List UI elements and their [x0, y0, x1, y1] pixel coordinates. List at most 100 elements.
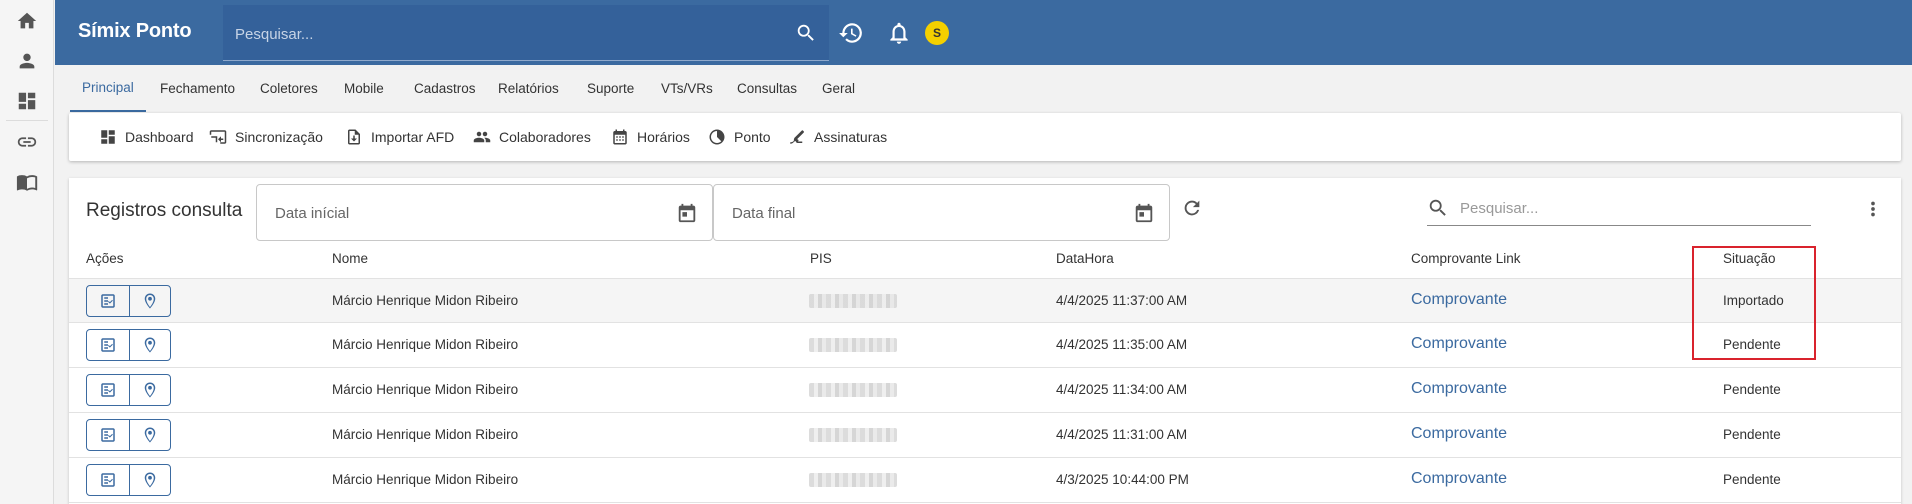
date-end-label: Data final	[732, 205, 796, 222]
tab-mobile[interactable]: Mobile	[332, 65, 396, 112]
checklist-icon[interactable]	[87, 465, 129, 495]
link-icon[interactable]	[0, 122, 54, 162]
pis-redacted	[809, 338, 897, 352]
app-title: Símix Ponto	[78, 20, 192, 42]
subbar-label: Importar AFD	[371, 129, 455, 145]
table-row[interactable]: Márcio Henrique Midon Ribeiro 4/4/2025 1…	[69, 368, 1901, 413]
pis-redacted	[809, 294, 897, 308]
cell-datahora: 4/4/2025 11:34:00 AM	[1056, 382, 1188, 397]
tab-vts-vrs[interactable]: VTs/VRs	[649, 65, 725, 112]
column-header-acoes[interactable]: Ações	[86, 251, 124, 266]
subbar-label: Colaboradores	[499, 129, 591, 145]
table-search[interactable]	[1427, 190, 1811, 226]
checklist-icon[interactable]	[87, 286, 129, 316]
comprovante-link[interactable]: Comprovante	[1411, 470, 1507, 488]
column-header-nome[interactable]: Nome	[332, 251, 368, 266]
global-search[interactable]	[223, 5, 829, 61]
people-icon	[473, 131, 491, 143]
pis-redacted	[809, 473, 897, 487]
tab-fechamento[interactable]: Fechamento	[148, 65, 247, 112]
comprovante-link[interactable]: Comprovante	[1411, 425, 1507, 443]
cell-nome: Márcio Henrique Midon Ribeiro	[332, 427, 519, 442]
location-pin-icon[interactable]	[128, 420, 171, 450]
cell-situacao: Pendente	[1723, 472, 1781, 487]
history-icon[interactable]	[838, 20, 864, 46]
book-icon[interactable]	[0, 162, 54, 202]
more-vert-icon[interactable]	[1862, 198, 1884, 220]
date-end-field[interactable]: Data final	[713, 184, 1170, 241]
table-row[interactable]: Márcio Henrique Midon Ribeiro 4/3/2025 1…	[69, 458, 1901, 503]
location-pin-icon[interactable]	[128, 330, 171, 360]
clock-half-icon	[709, 129, 725, 145]
cell-datahora: 4/4/2025 11:37:00 AM	[1056, 293, 1188, 308]
comprovante-link[interactable]: Comprovante	[1411, 291, 1507, 309]
cell-situacao: Importado	[1723, 293, 1784, 308]
subbar-item-assinaturas[interactable]: Assinaturas	[788, 127, 887, 147]
left-rail	[0, 0, 54, 504]
column-header-comprovante[interactable]: Comprovante Link	[1411, 251, 1521, 266]
tab-relatorios[interactable]: Relatórios	[486, 65, 571, 112]
cell-datahora: 4/4/2025 11:31:00 AM	[1056, 427, 1188, 442]
tab-cadastros[interactable]: Cadastros	[402, 65, 488, 112]
cell-situacao: Pendente	[1723, 337, 1781, 352]
checklist-icon[interactable]	[87, 420, 129, 450]
cell-nome: Márcio Henrique Midon Ribeiro	[332, 382, 519, 397]
bell-icon[interactable]	[886, 20, 912, 46]
refresh-icon[interactable]	[1181, 197, 1203, 219]
table-row[interactable]: Márcio Henrique Midon Ribeiro 4/4/2025 1…	[69, 323, 1901, 368]
subbar-item-sincronizacao[interactable]: Sincronização	[209, 127, 323, 147]
subbar-label: Ponto	[734, 129, 771, 145]
table-search-input[interactable]	[1460, 197, 1800, 219]
dashboard-icon[interactable]	[0, 81, 54, 121]
row-actions	[86, 464, 171, 496]
tab-geral[interactable]: Geral	[810, 65, 867, 112]
cell-nome: Márcio Henrique Midon Ribeiro	[332, 293, 519, 308]
subbar-item-horarios[interactable]: Horários	[611, 127, 690, 147]
column-header-datahora[interactable]: DataHora	[1056, 251, 1114, 266]
app-header: Símix Ponto S	[55, 0, 1912, 65]
location-pin-icon[interactable]	[128, 465, 171, 495]
cell-nome: Márcio Henrique Midon Ribeiro	[332, 337, 519, 352]
subbar-item-colaboradores[interactable]: Colaboradores	[473, 127, 591, 147]
home-icon[interactable]	[0, 1, 54, 41]
tab-consultas[interactable]: Consultas	[725, 65, 809, 112]
dashboard-icon	[101, 130, 115, 144]
comprovante-link[interactable]: Comprovante	[1411, 380, 1507, 398]
table-row[interactable]: Márcio Henrique Midon Ribeiro 4/4/2025 1…	[69, 413, 1901, 458]
row-actions	[86, 374, 171, 406]
row-actions	[86, 285, 171, 317]
row-actions	[86, 419, 171, 451]
date-start-field[interactable]: Data inícial	[256, 184, 713, 241]
subbar-item-importar-afd[interactable]: Importar AFD	[345, 127, 454, 147]
sub-toolbar: Dashboard Sincronização Importar AFD Col…	[69, 113, 1901, 161]
records-card: Registros consulta Data inícial Data fin…	[69, 178, 1901, 504]
cell-situacao: Pendente	[1723, 382, 1781, 397]
column-header-situacao[interactable]: Situação	[1723, 251, 1776, 266]
checklist-icon[interactable]	[87, 375, 129, 405]
tab-coletores[interactable]: Coletores	[248, 65, 330, 112]
column-header-pis[interactable]: PIS	[810, 251, 832, 266]
pis-redacted	[809, 383, 897, 397]
checklist-icon[interactable]	[87, 330, 129, 360]
cell-nome: Márcio Henrique Midon Ribeiro	[332, 472, 519, 487]
subbar-item-ponto[interactable]: Ponto	[708, 127, 771, 147]
tab-suporte[interactable]: Suporte	[575, 65, 646, 112]
global-search-input[interactable]	[235, 23, 755, 45]
calendar-icon[interactable]	[1133, 202, 1155, 224]
person-icon[interactable]	[0, 41, 54, 81]
table-row[interactable]: Márcio Henrique Midon Ribeiro 4/4/2025 1…	[69, 278, 1901, 323]
subbar-item-dashboard[interactable]: Dashboard	[99, 127, 194, 147]
search-icon	[1429, 199, 1446, 216]
cell-datahora: 4/4/2025 11:35:00 AM	[1056, 337, 1188, 352]
main-menu: Principal Fechamento Coletores Mobile Ca…	[55, 65, 1912, 112]
comprovante-link[interactable]: Comprovante	[1411, 335, 1507, 353]
location-pin-icon[interactable]	[128, 375, 171, 405]
avatar[interactable]: S	[925, 21, 949, 45]
tab-principal[interactable]: Principal	[70, 65, 146, 112]
subbar-label: Dashboard	[125, 129, 194, 145]
pis-redacted	[809, 428, 897, 442]
calendar-icon[interactable]	[676, 202, 698, 224]
location-pin-icon[interactable]	[128, 286, 171, 316]
search-icon[interactable]	[795, 22, 817, 44]
import-icon	[348, 129, 360, 145]
